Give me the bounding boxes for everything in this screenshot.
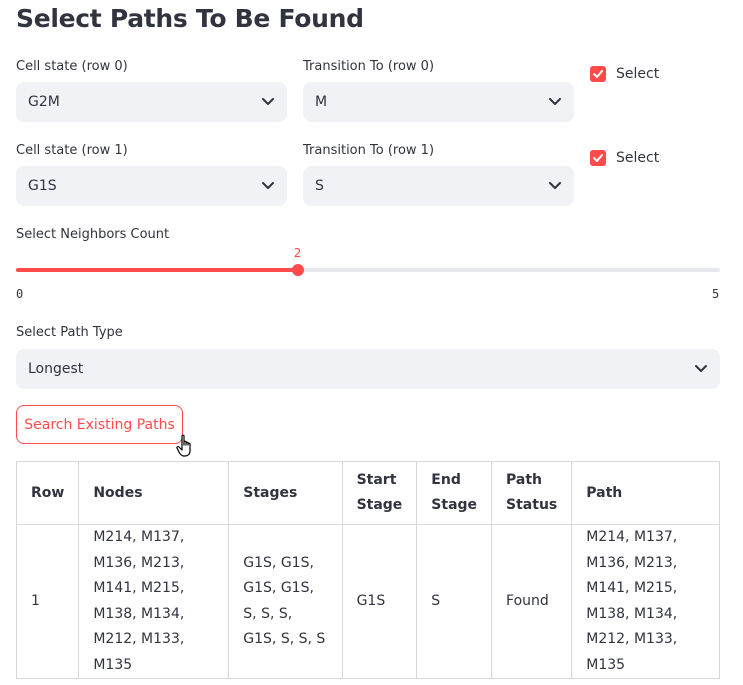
neighbors-slider[interactable]: 2 <box>16 246 720 276</box>
transition-label-row-1: Transition To (row 1) <box>303 143 435 158</box>
checkbox-checked-icon[interactable] <box>590 150 606 166</box>
chevron-down-icon <box>261 95 275 109</box>
cell-row: 1 <box>15 524 80 679</box>
header-start-stage: Start Stage <box>341 461 418 525</box>
header-row: Row <box>15 461 80 525</box>
cell-state-label-row-0: Cell state (row 0) <box>16 59 128 74</box>
chevron-down-icon <box>548 179 562 193</box>
path-type-select[interactable]: Longest <box>16 349 720 389</box>
chevron-down-icon <box>548 95 562 109</box>
slider-thumb[interactable] <box>291 264 304 276</box>
header-end-stage: End Stage <box>416 461 493 525</box>
chevron-down-icon <box>694 362 708 376</box>
header-path: Path <box>571 461 720 525</box>
select-checkbox-row-0[interactable]: Select <box>590 66 659 82</box>
cell-state-label-row-1: Cell state (row 1) <box>16 143 128 158</box>
transition-select-row-1[interactable]: S <box>303 166 574 206</box>
paths-table: Row Nodes Stages Start Stage End Stage P… <box>15 461 720 679</box>
header-path-status: Path Status <box>491 461 573 525</box>
header-stages: Stages <box>228 461 343 525</box>
slider-min-label: 0 <box>16 287 24 301</box>
checkbox-checked-icon[interactable] <box>590 66 606 82</box>
hand-pointer-cursor-icon <box>176 434 196 462</box>
slider-max-label: 5 <box>712 287 720 301</box>
slider-value: 2 <box>293 246 302 260</box>
cell-state-select-row-0[interactable]: G2M <box>16 82 287 122</box>
transition-label-row-0: Transition To (row 0) <box>303 59 435 74</box>
path-type-label: Select Path Type <box>16 325 123 340</box>
table-header-row: Row Nodes Stages Start Stage End Stage P… <box>15 461 720 525</box>
cell-state-value-row-0: G2M <box>28 94 60 110</box>
transition-value-row-1: S <box>315 178 324 194</box>
transition-value-row-0: M <box>315 94 328 110</box>
page-title: Select Paths To Be Found <box>16 4 364 33</box>
cell-end-stage: S <box>416 524 493 679</box>
select-checkbox-label-row-1: Select <box>616 150 660 166</box>
slider-fill <box>16 268 298 272</box>
select-checkbox-label-row-0: Select <box>616 66 660 82</box>
path-type-value: Longest <box>28 361 84 377</box>
neighbors-label: Select Neighbors Count <box>16 227 170 242</box>
chevron-down-icon <box>261 179 275 193</box>
cell-path: M214, M137, M136, M213, M141, M215, M138… <box>571 524 720 679</box>
cell-state-value-row-1: G1S <box>28 178 57 194</box>
select-checkbox-row-1[interactable]: Select <box>590 150 659 166</box>
cell-start-stage: G1S <box>341 524 418 679</box>
header-nodes: Nodes <box>78 461 230 525</box>
cell-state-select-row-1[interactable]: G1S <box>16 166 287 206</box>
cell-path-status: Found <box>491 524 573 679</box>
cell-nodes: M214, M137, M136, M213, M141, M215, M138… <box>78 524 230 679</box>
search-existing-paths-button[interactable]: Search Existing Paths <box>16 405 183 444</box>
transition-select-row-0[interactable]: M <box>303 82 574 122</box>
table-row: 1 M214, M137, M136, M213, M141, M215, M1… <box>15 524 720 679</box>
cell-stages: G1S, G1S, G1S, G1S, S, S, S, G1S, S, S, … <box>228 524 343 679</box>
